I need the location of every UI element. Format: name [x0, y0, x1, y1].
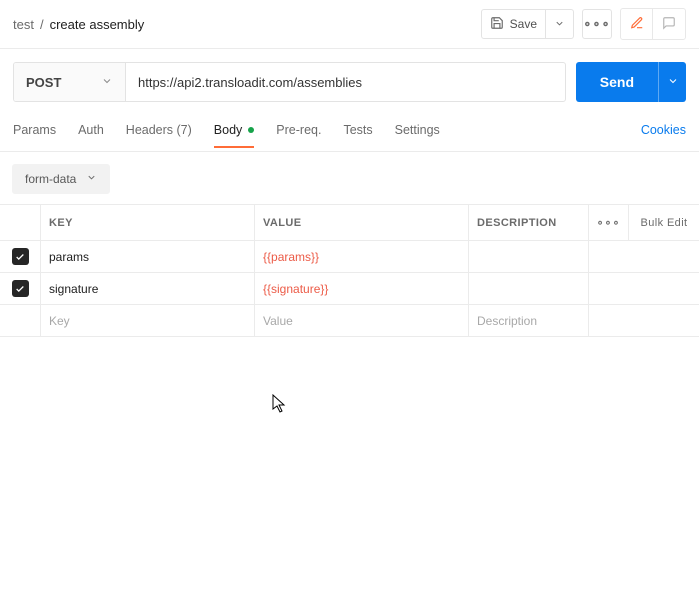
chevron-down-icon — [101, 75, 113, 90]
modified-dot-icon — [248, 127, 254, 133]
form-data-table: KEY VALUE DESCRIPTION ∘∘∘ Bulk Edit para… — [0, 204, 699, 337]
tab-body[interactable]: Body — [214, 123, 255, 147]
tab-params[interactable]: Params — [13, 123, 56, 147]
http-method-dropdown[interactable]: POST — [14, 63, 126, 101]
table-header-value: VALUE — [254, 205, 468, 241]
url-input[interactable]: https://api2.transloadit.com/assemblies — [126, 63, 565, 101]
checkbox-checked-icon — [12, 248, 29, 265]
key-input[interactable]: signature — [40, 273, 254, 305]
description-input[interactable] — [468, 273, 588, 305]
pencil-icon — [630, 16, 644, 33]
value-input[interactable]: Value — [254, 305, 468, 337]
value-input[interactable]: {{params}} — [254, 241, 468, 273]
more-actions-button[interactable]: ∘∘∘ — [582, 9, 612, 39]
breadcrumb: test / create assembly — [13, 17, 144, 32]
row-trailing — [588, 273, 699, 305]
comment-icon — [662, 16, 676, 33]
value-input[interactable]: {{signature}} — [254, 273, 468, 305]
mouse-cursor-icon — [272, 394, 288, 417]
save-button-label: Save — [510, 17, 539, 31]
key-input[interactable]: Key — [40, 305, 254, 337]
send-button[interactable]: Send — [576, 62, 658, 102]
bulk-edit-button[interactable]: Bulk Edit — [628, 205, 699, 241]
tab-tests[interactable]: Tests — [343, 123, 372, 147]
breadcrumb-request-name[interactable]: create assembly — [50, 17, 145, 32]
table-column-options[interactable]: ∘∘∘ — [588, 205, 628, 241]
breadcrumb-collection[interactable]: test — [13, 17, 34, 32]
save-icon — [490, 16, 504, 33]
chevron-down-icon — [86, 172, 97, 186]
tab-body-label: Body — [214, 123, 243, 137]
row-toggle[interactable] — [0, 273, 40, 305]
body-type-dropdown[interactable]: form-data — [12, 164, 110, 194]
row-trailing — [588, 241, 699, 273]
table-header-checkbox — [0, 205, 40, 241]
key-input[interactable]: params — [40, 241, 254, 273]
more-horizontal-icon: ∘∘∘ — [583, 16, 610, 32]
row-toggle[interactable] — [0, 241, 40, 273]
row-trailing — [588, 305, 699, 337]
save-dropdown[interactable] — [546, 9, 574, 39]
more-horizontal-icon: ∘∘∘ — [597, 216, 621, 229]
comment-mode-button[interactable] — [653, 9, 685, 39]
request-line: POST https://api2.transloadit.com/assemb… — [13, 62, 566, 102]
chevron-down-icon — [667, 75, 679, 90]
http-method-label: POST — [26, 75, 61, 90]
breadcrumb-separator: / — [38, 17, 46, 32]
body-type-label: form-data — [25, 172, 76, 186]
tab-headers[interactable]: Headers (7) — [126, 123, 192, 147]
description-input[interactable]: Description — [468, 305, 588, 337]
description-input[interactable] — [468, 241, 588, 273]
table-header-description: DESCRIPTION — [468, 205, 588, 241]
mode-toggle — [620, 8, 686, 40]
edit-mode-button[interactable] — [621, 9, 653, 39]
cookies-link[interactable]: Cookies — [641, 123, 686, 147]
chevron-down-icon — [554, 17, 565, 32]
tab-prereq[interactable]: Pre-req. — [276, 123, 321, 147]
send-dropdown[interactable] — [658, 62, 686, 102]
table-header-key: KEY — [40, 205, 254, 241]
save-button[interactable]: Save — [481, 9, 546, 39]
row-toggle-placeholder — [0, 305, 40, 337]
checkbox-checked-icon — [12, 280, 29, 297]
tab-settings[interactable]: Settings — [395, 123, 440, 147]
tab-auth[interactable]: Auth — [78, 123, 104, 147]
